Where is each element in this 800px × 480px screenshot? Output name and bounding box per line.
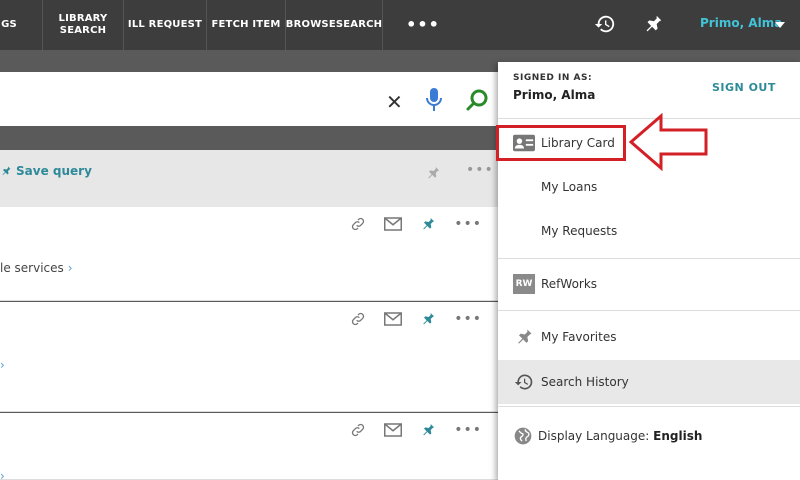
menu-item-display-language[interactable]: Display Language: English: [498, 414, 800, 458]
query-bar: [0, 150, 498, 207]
menu-item-label: My Loans: [541, 180, 598, 194]
menu-item-label: Search History: [541, 375, 629, 389]
menu-item-my-favorites[interactable]: My Favorites: [498, 315, 800, 359]
sign-out-button[interactable]: SIGN OUT: [712, 81, 776, 94]
search-icon[interactable]: [465, 87, 491, 113]
more-options-button[interactable]: •••: [454, 422, 482, 438]
menu-item-label: My Favorites: [541, 330, 617, 344]
signed-in-name: Primo, Alma: [513, 88, 596, 102]
history-icon[interactable]: [594, 13, 616, 35]
close-icon[interactable]: ✕: [386, 90, 403, 114]
highlight-box: [496, 125, 626, 161]
chevron-right-icon: ›: [67, 261, 73, 275]
nav-item-partial[interactable]: GS: [0, 0, 18, 50]
menu-item-label: RefWorks: [541, 277, 598, 291]
link-icon[interactable]: [350, 311, 366, 327]
menu-item-search-history[interactable]: Search History: [498, 360, 800, 404]
user-menu-name[interactable]: Primo, Alma: [700, 16, 782, 30]
pin-icon[interactable]: [642, 13, 664, 35]
pin-icon[interactable]: [420, 421, 436, 439]
email-icon[interactable]: [384, 312, 403, 326]
more-options-button[interactable]: •••: [466, 162, 494, 178]
nav-item-browsesearch[interactable]: BROWSESEARCH: [286, 0, 382, 50]
top-navigation-bar: GS LIBRARY SEARCH ILL REQUEST FETCH ITEM…: [0, 0, 800, 50]
result-card[interactable]: ••• le services ›: [0, 207, 498, 301]
display-language-label: Display Language:: [538, 429, 650, 443]
save-query-button[interactable]: Save query: [0, 164, 92, 178]
more-options-button[interactable]: •••: [454, 311, 482, 327]
result-availability-text: le services: [0, 261, 64, 275]
nav-item-library-search[interactable]: LIBRARY SEARCH: [43, 0, 123, 50]
menu-item-refworks[interactable]: RW RefWorks: [498, 262, 800, 306]
link-icon[interactable]: [350, 216, 366, 232]
display-language-value: English: [653, 429, 703, 443]
globe-icon: [514, 427, 532, 445]
pin-icon[interactable]: [425, 164, 441, 182]
chevron-right-icon[interactable]: ›: [0, 358, 5, 372]
pin-icon[interactable]: [420, 310, 436, 328]
email-icon[interactable]: [384, 423, 403, 437]
menu-divider: [498, 258, 800, 259]
signed-in-label: SIGNED IN AS:: [513, 73, 593, 83]
result-card[interactable]: ••• ›: [0, 413, 498, 480]
microphone-icon[interactable]: [424, 87, 444, 113]
arrow-callout-icon: [628, 112, 708, 172]
menu-item-label: My Requests: [541, 224, 618, 238]
menu-item-my-requests[interactable]: My Requests: [498, 209, 800, 253]
pin-icon: [2, 166, 11, 175]
nav-item-fetch-item[interactable]: FETCH ITEM: [207, 0, 285, 50]
save-query-label: Save query: [16, 164, 92, 178]
history-icon: [514, 374, 533, 390]
result-card[interactable]: ••• ›: [0, 302, 498, 412]
menu-divider: [498, 310, 800, 311]
email-icon[interactable]: [384, 217, 403, 231]
chevron-right-icon[interactable]: ›: [0, 469, 5, 480]
pin-icon[interactable]: [420, 215, 436, 233]
more-options-button[interactable]: •••: [454, 216, 482, 232]
result-availability-link[interactable]: le services ›: [0, 261, 73, 275]
nav-item-ill-request[interactable]: ILL REQUEST: [124, 0, 206, 50]
menu-item-label: Display Language: English: [538, 429, 702, 443]
chevron-down-icon[interactable]: [775, 22, 785, 28]
link-icon[interactable]: [350, 422, 366, 438]
nav-separator: [382, 0, 383, 50]
pin-icon: [518, 329, 532, 344]
nav-more-button[interactable]: •••: [400, 0, 446, 50]
refworks-icon: RW: [513, 274, 535, 294]
menu-divider: [498, 406, 800, 407]
